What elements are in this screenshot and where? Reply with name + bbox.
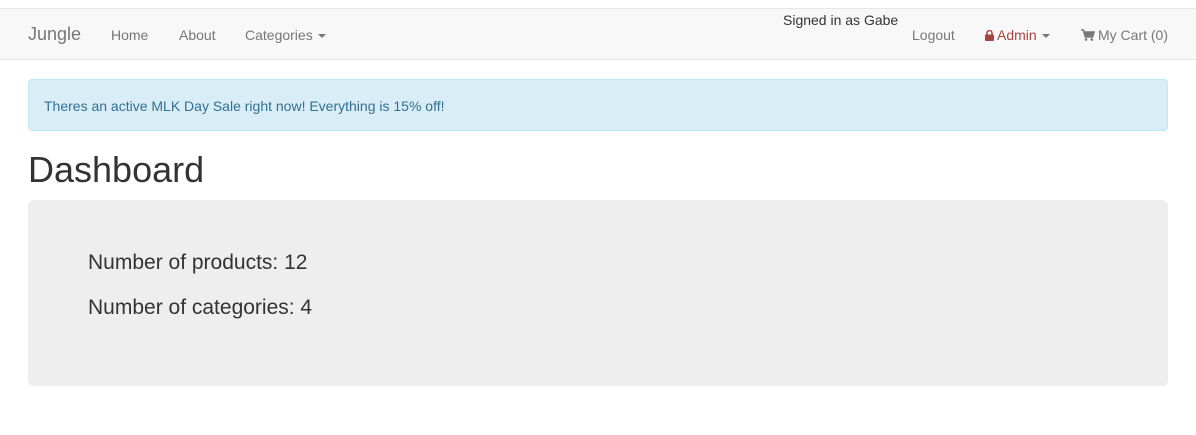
cart-link[interactable]: My Cart (0) (1081, 26, 1168, 44)
page-title: Dashboard (28, 149, 205, 190)
logout-link[interactable]: Logout (912, 26, 955, 44)
sale-alert-message: Theres an active MLK Day Sale right now!… (44, 98, 445, 114)
sale-alert: Theres an active MLK Day Sale right now!… (28, 79, 1168, 131)
shopping-cart-icon (1081, 29, 1095, 41)
cart-label: My Cart (0) (1098, 27, 1168, 43)
lock-icon (985, 30, 994, 41)
nav-home-link[interactable]: Home (111, 26, 148, 44)
admin-label: Admin (997, 27, 1037, 43)
caret-down-icon (317, 34, 326, 39)
signed-in-text: Signed in as Gabe (783, 12, 899, 28)
products-count: Number of products: 12 (88, 251, 308, 274)
dashboard-stats-panel: Number of products: 12 Number of categor… (28, 200, 1168, 386)
admin-dropdown[interactable]: Admin (985, 26, 1050, 44)
nav-about-link[interactable]: About (179, 26, 216, 44)
categories-label: Categories (245, 27, 313, 43)
top-navbar: Jungle Home About Categories Signed in a… (0, 8, 1196, 60)
caret-down-icon (1041, 34, 1050, 39)
brand-link[interactable]: Jungle (28, 24, 81, 44)
categories-count: Number of categories: 4 (88, 296, 313, 319)
categories-dropdown[interactable]: Categories (245, 26, 326, 44)
